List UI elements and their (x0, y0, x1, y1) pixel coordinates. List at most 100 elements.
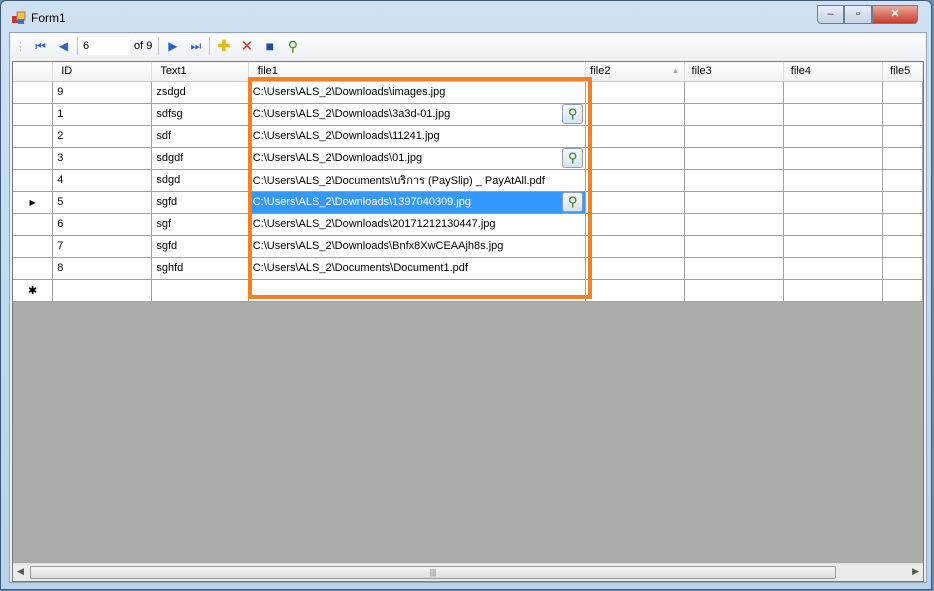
cell-file5[interactable] (882, 81, 923, 104)
position-input[interactable] (80, 37, 130, 55)
new-row[interactable]: ✱ (13, 279, 923, 302)
cell-text1[interactable]: sgfd (151, 191, 249, 214)
cell-file4[interactable] (783, 147, 884, 170)
row-header[interactable] (13, 235, 54, 258)
row-header[interactable] (13, 125, 54, 148)
row-header[interactable] (13, 257, 54, 280)
new-row-cell[interactable] (882, 279, 923, 302)
cell-file1[interactable]: C:\Users\ALS_2\Downloads\20171212130447.… (248, 213, 587, 236)
row-header[interactable] (13, 81, 54, 104)
row-header[interactable] (13, 147, 54, 170)
table-row[interactable]: 7 sgfd C:\Users\ALS_2\Downloads\Bnfx8XwC… (13, 235, 923, 258)
cell-file2[interactable] (585, 169, 685, 192)
move-last-button[interactable]: ⏭ (184, 35, 207, 57)
cell-file5[interactable] (882, 213, 923, 236)
close-button[interactable]: ✕ (872, 5, 918, 24)
cell-file4[interactable] (783, 213, 884, 236)
scroll-left-arrow-icon[interactable]: ◀ (17, 566, 24, 577)
cell-text1[interactable]: zsdgd (151, 81, 249, 104)
browse-magnifier-icon[interactable]: ⚲ (562, 103, 584, 124)
row-header[interactable] (13, 169, 54, 192)
cell-file2[interactable] (585, 103, 685, 126)
cell-file5[interactable] (882, 147, 923, 170)
cell-file4[interactable] (783, 81, 884, 104)
cell-id[interactable]: 6 (52, 213, 153, 236)
move-first-button[interactable]: ⏮ (29, 35, 52, 57)
move-previous-button[interactable]: ◀ (52, 35, 75, 57)
cell-file2[interactable] (585, 235, 685, 258)
cell-file4[interactable] (783, 125, 884, 148)
cell-id[interactable]: 4 (52, 169, 153, 192)
cell-id[interactable]: 9 (52, 81, 153, 104)
cell-text1[interactable]: sgf (151, 213, 249, 236)
column-header-file1[interactable]: file1 (248, 62, 587, 82)
table-row[interactable]: 8 sghfd C:\Users\ALS_2\Documents\Documen… (13, 257, 923, 280)
save-button[interactable]: ■ (258, 35, 281, 57)
row-header[interactable]: ▶ (13, 191, 54, 214)
cell-file1[interactable]: C:\Users\ALS_2\Documents\บริการ (PaySlip… (248, 169, 587, 192)
column-header-file2[interactable]: file2 ▲ (585, 62, 685, 82)
cell-file3[interactable] (684, 213, 784, 236)
row-header[interactable] (13, 103, 54, 126)
scroll-right-arrow-icon[interactable]: ▶ (912, 566, 919, 577)
data-grid[interactable]: ID Text1 file1 file2 ▲ file3 file4 file5 … (12, 61, 924, 582)
cell-file5[interactable] (882, 125, 923, 148)
table-row[interactable]: 1 sdfsg C:\Users\ALS_2\Downloads\3a3d-01… (13, 103, 923, 126)
cell-file4[interactable] (783, 235, 884, 258)
table-row[interactable]: ▶ 5 sgfd C:\Users\ALS_2\Downloads\139704… (13, 191, 923, 214)
move-next-button[interactable]: ▶ (161, 35, 184, 57)
search-button[interactable]: ⚲ (281, 35, 304, 57)
row-header[interactable] (13, 213, 54, 236)
cell-file3[interactable] (684, 125, 784, 148)
browse-magnifier-icon[interactable]: ⚲ (562, 147, 584, 168)
new-row-cell[interactable] (783, 279, 884, 302)
cell-id[interactable]: 2 (52, 125, 153, 148)
cell-id[interactable]: 3 (52, 147, 153, 170)
table-row[interactable]: 2 sdf C:\Users\ALS_2\Downloads\11241.jpg (13, 125, 923, 148)
cell-file1[interactable]: C:\Users\ALS_2\Downloads\11241.jpg (248, 125, 587, 148)
cell-text1[interactable]: sgfd (151, 235, 249, 258)
column-header-file3[interactable]: file3 (684, 62, 784, 82)
new-row-cell[interactable] (52, 279, 153, 302)
cell-text1[interactable]: sdf (151, 125, 249, 148)
cell-file5[interactable] (882, 103, 923, 126)
cell-id[interactable]: 7 (52, 235, 153, 258)
table-row[interactable]: 6 sgf C:\Users\ALS_2\Downloads\201712121… (13, 213, 923, 236)
cell-file4[interactable] (783, 191, 884, 214)
cell-id[interactable]: 8 (52, 257, 153, 280)
table-row[interactable]: 3 sdgdf C:\Users\ALS_2\Downloads\01.jpg ⚲ (13, 147, 923, 170)
add-new-button[interactable]: ✚ (212, 35, 235, 57)
cell-file3[interactable] (684, 169, 784, 192)
cell-file5[interactable] (882, 169, 923, 192)
cell-text1[interactable]: sghfd (151, 257, 249, 280)
new-row-cell[interactable] (248, 279, 587, 302)
new-row-cell[interactable] (585, 279, 685, 302)
column-header-id[interactable]: ID (52, 62, 153, 82)
cell-file1[interactable]: C:\Users\ALS_2\Downloads\images.jpg (248, 81, 587, 104)
maximize-button[interactable]: ▫ (844, 5, 872, 24)
new-row-cell[interactable] (684, 279, 784, 302)
cell-file1[interactable]: C:\Users\ALS_2\Documents\Document1.pdf (248, 257, 587, 280)
cell-file3[interactable] (684, 147, 784, 170)
cell-file3[interactable] (684, 191, 784, 214)
scrollbar-thumb[interactable]: ||| (30, 566, 836, 579)
cell-file5[interactable] (882, 235, 923, 258)
delete-button[interactable]: ✕ (235, 35, 258, 57)
cell-text1[interactable]: sdgdf (151, 147, 249, 170)
minimize-button[interactable]: – (817, 5, 844, 24)
cell-file3[interactable] (684, 257, 784, 280)
cell-file5[interactable] (882, 191, 923, 214)
cell-file4[interactable] (783, 169, 884, 192)
cell-file1[interactable]: C:\Users\ALS_2\Downloads\1397040309.jpg ⚲ (248, 191, 587, 214)
cell-file2[interactable] (585, 213, 685, 236)
table-row[interactable]: 4 sdgd C:\Users\ALS_2\Documents\บริการ (… (13, 169, 923, 192)
browse-magnifier-icon[interactable]: ⚲ (562, 191, 584, 212)
cell-file3[interactable] (684, 235, 784, 258)
cell-file1[interactable]: C:\Users\ALS_2\Downloads\3a3d-01.jpg ⚲ (248, 103, 587, 126)
new-row-asterisk-icon[interactable]: ✱ (13, 279, 54, 302)
cell-file3[interactable] (684, 103, 784, 126)
column-header-text1[interactable]: Text1 (151, 62, 249, 82)
cell-file2[interactable] (585, 191, 685, 214)
cell-file2[interactable] (585, 147, 685, 170)
cell-file2[interactable] (585, 125, 685, 148)
